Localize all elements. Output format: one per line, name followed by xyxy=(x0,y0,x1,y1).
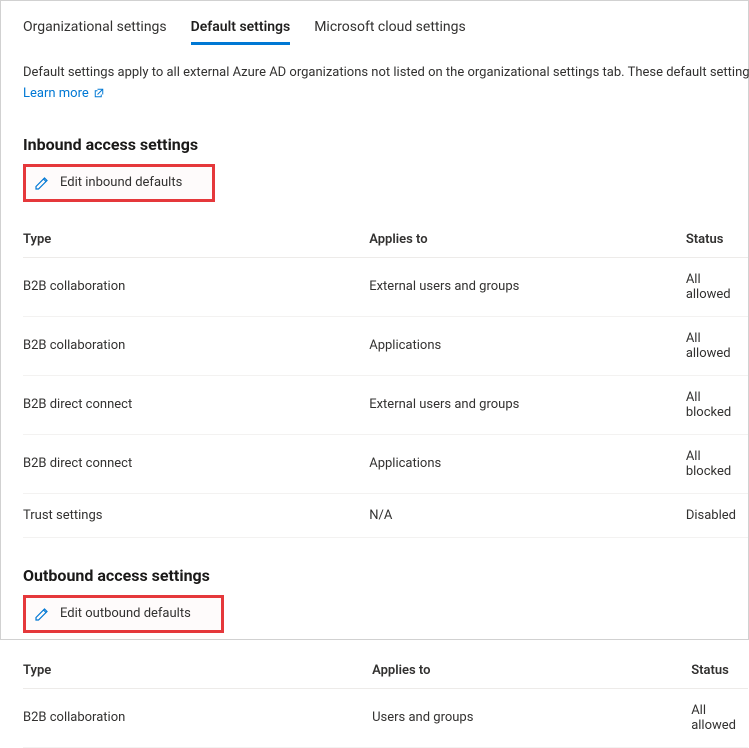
inbound-col-status: Status xyxy=(686,222,748,258)
pencil-icon xyxy=(34,175,50,191)
cell-type: Trust settings xyxy=(23,493,369,537)
tabs-bar: Organizational settings Default settings… xyxy=(23,9,748,45)
pencil-icon xyxy=(34,606,50,622)
table-row: B2B collaborationApplicationsAll allowed xyxy=(23,316,748,375)
inbound-table: Type Applies to Status B2B collaboration… xyxy=(23,222,748,538)
tab-organizational-settings[interactable]: Organizational settings xyxy=(23,9,167,45)
cell-status: All allowed xyxy=(686,257,748,316)
table-row: B2B direct connectExternal users and gro… xyxy=(23,375,748,434)
table-row: B2B collaborationUsers and groupsAll all… xyxy=(23,688,748,747)
cell-status: All blocked xyxy=(686,434,748,493)
learn-more-link[interactable]: Learn more xyxy=(23,86,105,101)
cell-applies: External users and groups xyxy=(369,257,686,316)
cell-applies: External users and groups xyxy=(369,375,686,434)
cell-applies: Users and groups xyxy=(372,688,691,747)
table-row: B2B direct connectApplicationsAll blocke… xyxy=(23,434,748,493)
cell-type: B2B direct connect xyxy=(23,434,369,493)
cell-applies: Applications xyxy=(369,434,686,493)
table-row: B2B collaborationExternal users and grou… xyxy=(23,257,748,316)
table-row: Trust settingsN/ADisabled xyxy=(23,493,748,537)
outbound-col-status: Status xyxy=(691,653,748,689)
description-text: Default settings apply to all external A… xyxy=(23,63,748,83)
cell-status: Disabled xyxy=(686,493,748,537)
tab-microsoft-cloud-settings[interactable]: Microsoft cloud settings xyxy=(314,9,466,45)
cell-status: All allowed xyxy=(691,688,748,747)
cell-applies: N/A xyxy=(369,493,686,537)
outbound-section-title: Outbound access settings xyxy=(23,566,748,585)
tab-default-settings[interactable]: Default settings xyxy=(191,9,291,45)
outbound-table: Type Applies to Status B2B collaboration… xyxy=(23,653,748,748)
cell-applies: Applications xyxy=(369,316,686,375)
inbound-col-type: Type xyxy=(23,222,369,258)
external-link-icon xyxy=(93,87,105,99)
outbound-col-applies: Applies to xyxy=(372,653,691,689)
learn-more-label: Learn more xyxy=(23,86,89,101)
cell-type: B2B direct connect xyxy=(23,375,369,434)
edit-outbound-label: Edit outbound defaults xyxy=(60,606,191,621)
cell-status: All allowed xyxy=(686,316,748,375)
edit-outbound-defaults-button[interactable]: Edit outbound defaults xyxy=(23,595,224,633)
outbound-col-type: Type xyxy=(23,653,372,689)
inbound-col-applies: Applies to xyxy=(369,222,686,258)
cell-type: B2B collaboration xyxy=(23,316,369,375)
cell-type: B2B collaboration xyxy=(23,688,372,747)
edit-inbound-defaults-button[interactable]: Edit inbound defaults xyxy=(23,164,215,202)
inbound-section-title: Inbound access settings xyxy=(23,135,748,154)
edit-inbound-label: Edit inbound defaults xyxy=(60,175,182,190)
cell-status: All blocked xyxy=(686,375,748,434)
cell-type: B2B collaboration xyxy=(23,257,369,316)
